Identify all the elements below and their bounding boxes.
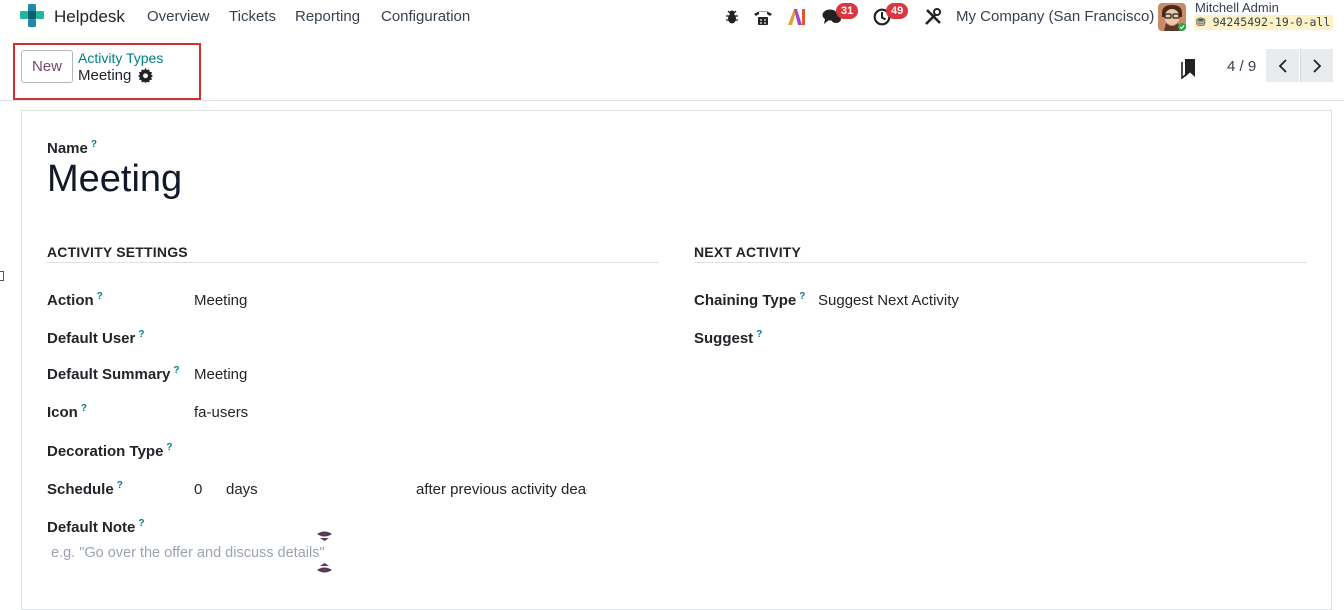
icon-label: Icon? [47, 403, 87, 421]
phone-icon[interactable] [752, 6, 774, 28]
resize-handle-top[interactable] [316, 529, 333, 541]
decoration-type-field[interactable] [194, 442, 594, 462]
bug-icon[interactable] [721, 6, 743, 28]
help-tooltip-icon[interactable]: ? [799, 291, 805, 302]
chaining-type-label: Chaining Type? [694, 291, 806, 309]
company-switcher[interactable]: My Company (San Francisco) [956, 8, 1154, 25]
section-divider [694, 262, 1307, 263]
top-navbar: Helpdesk Overview Tickets Reporting Conf… [0, 0, 1344, 33]
help-tooltip-icon[interactable]: ? [138, 518, 144, 529]
menu-overview[interactable]: Overview [147, 8, 210, 25]
messages-badge: 31 [836, 3, 859, 19]
app-name[interactable]: Helpdesk [54, 7, 125, 27]
help-tooltip-icon[interactable]: ? [756, 329, 762, 340]
default-summary-label: Default Summary? [47, 365, 180, 383]
action-field[interactable]: Meeting [194, 292, 247, 309]
pager-value[interactable]: 4 / 9 [1227, 58, 1256, 75]
ai-icon[interactable] [786, 6, 808, 28]
menu-tickets[interactable]: Tickets [229, 8, 276, 25]
bookmark-icon[interactable] [1180, 57, 1198, 80]
menu-reporting[interactable]: Reporting [295, 8, 360, 25]
user-avatar[interactable] [1158, 3, 1186, 31]
icon-field[interactable]: fa-users [194, 404, 248, 421]
chevron-left-icon [1278, 58, 1287, 73]
default-user-field[interactable] [194, 329, 594, 349]
default-note-label: Default Note? [47, 518, 145, 536]
default-note-field[interactable]: e.g. "Go over the offer and discuss deta… [51, 545, 325, 561]
help-tooltip-icon[interactable]: ? [138, 329, 144, 340]
gear-icon[interactable] [138, 68, 153, 83]
pager-previous-button[interactable] [1266, 49, 1299, 82]
database-name-text: 94245492-19-0-all [1212, 15, 1331, 29]
pager-next-button[interactable] [1300, 49, 1333, 82]
user-name[interactable]: Mitchell Admin [1195, 0, 1279, 15]
database-name: ⛃ 94245492-19-0-all [1194, 15, 1334, 30]
name-field[interactable]: Meeting [47, 158, 182, 201]
chaining-type-field[interactable]: Suggest Next Activity [818, 292, 959, 309]
breadcrumb-current: Meeting [78, 67, 132, 84]
resize-handle-bottom[interactable] [316, 561, 333, 573]
menu-configuration[interactable]: Configuration [381, 8, 470, 25]
helpdesk-logo-icon[interactable] [19, 3, 45, 29]
control-panel [0, 33, 1344, 101]
breadcrumb-activity-types[interactable]: Activity Types [78, 50, 163, 66]
form-sheet [21, 110, 1332, 610]
new-button[interactable]: New [21, 50, 73, 83]
schedule-from-select[interactable]: after previous activity deac [416, 481, 587, 498]
schedule-count-field[interactable]: 0 [194, 481, 202, 498]
help-tooltip-icon[interactable]: ? [117, 480, 123, 491]
schedule-unit-select[interactable]: days [226, 481, 258, 498]
default-summary-field[interactable]: Meeting [194, 366, 247, 383]
help-tooltip-icon[interactable]: ? [97, 291, 103, 302]
help-tooltip-icon[interactable]: ? [166, 442, 172, 453]
name-label: Name? [47, 139, 97, 157]
edge-marker [0, 271, 4, 281]
activities-badge: 49 [886, 3, 909, 19]
activity-settings-title: ACTIVITY SETTINGS [47, 244, 188, 260]
action-label: Action? [47, 291, 103, 309]
section-divider [47, 262, 659, 263]
suggest-label: Suggest? [694, 329, 763, 347]
tools-icon[interactable] [922, 6, 944, 28]
default-user-label: Default User? [47, 329, 145, 347]
help-tooltip-icon[interactable]: ? [91, 139, 97, 150]
help-tooltip-icon[interactable]: ? [81, 403, 87, 414]
schedule-label: Schedule? [47, 480, 123, 498]
next-activity-title: NEXT ACTIVITY [694, 244, 802, 260]
decoration-type-label: Decoration Type? [47, 442, 173, 460]
chevron-right-icon [1313, 58, 1322, 73]
database-icon: ⛃ [1196, 15, 1206, 29]
help-tooltip-icon[interactable]: ? [173, 365, 179, 376]
suggest-field[interactable] [818, 329, 1298, 349]
